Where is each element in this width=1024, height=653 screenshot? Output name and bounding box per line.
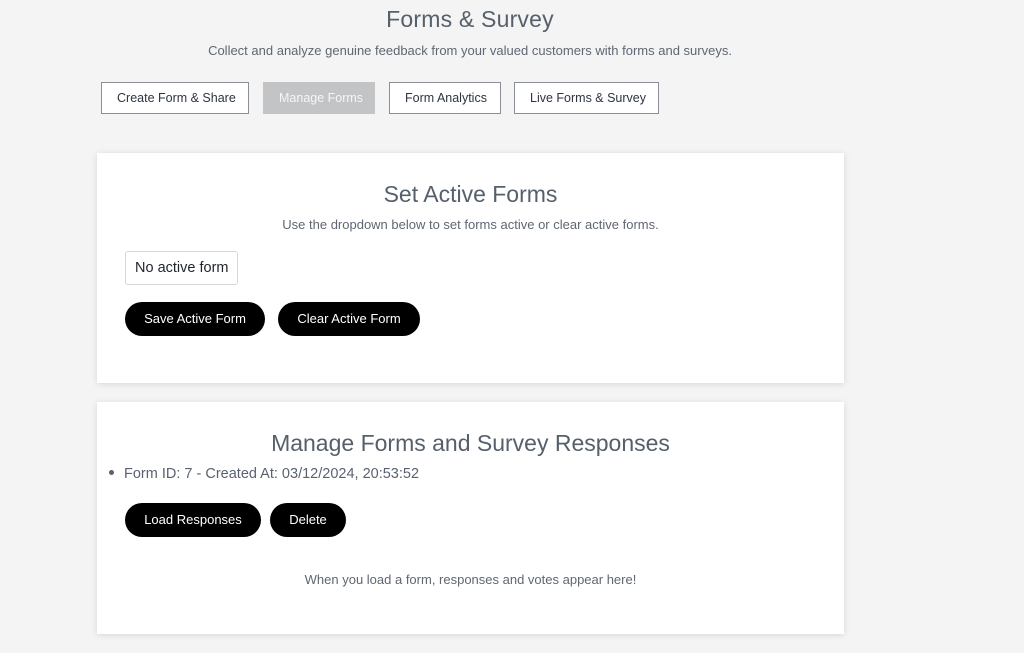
form-entry-text: Form ID: 7 - Created At: 03/12/2024, 20:… xyxy=(124,466,420,482)
page-subtitle: Collect and analyze genuine feedback fro… xyxy=(208,43,732,58)
manage-forms-title: Manage Forms and Survey Responses xyxy=(271,430,670,456)
set-active-forms-card: Set Active Forms Use the dropdown below … xyxy=(97,153,844,383)
set-active-forms-description: Use the dropdown below to set forms acti… xyxy=(282,217,659,232)
clear-active-form-button[interactable]: Clear Active Form xyxy=(278,302,420,336)
tab-bar: Create Form & Share Manage Forms Form An… xyxy=(101,82,659,114)
delete-button[interactable]: Delete xyxy=(270,503,346,537)
tab-create-form-share[interactable]: Create Form & Share xyxy=(101,82,249,114)
tab-form-analytics[interactable]: Form Analytics xyxy=(389,82,501,114)
tab-manage-forms[interactable]: Manage Forms xyxy=(263,82,375,114)
tab-live-forms-survey[interactable]: Live Forms & Survey xyxy=(514,82,659,114)
list-item: Form ID: 7 - Created At: 03/12/2024, 20:… xyxy=(109,466,419,482)
form-list: Form ID: 7 - Created At: 03/12/2024, 20:… xyxy=(109,466,419,482)
load-responses-button[interactable]: Load Responses xyxy=(125,503,261,537)
responses-placeholder-text: When you load a form, responses and vote… xyxy=(304,572,637,587)
page-title: Forms & Survey xyxy=(386,6,554,32)
manage-forms-card: Manage Forms and Survey Responses Form I… xyxy=(97,402,844,634)
set-active-forms-title: Set Active Forms xyxy=(383,181,558,207)
active-form-dropdown[interactable]: No active form xyxy=(125,251,239,285)
bullet-icon xyxy=(109,469,114,475)
save-active-form-button[interactable]: Save Active Form xyxy=(125,302,265,336)
